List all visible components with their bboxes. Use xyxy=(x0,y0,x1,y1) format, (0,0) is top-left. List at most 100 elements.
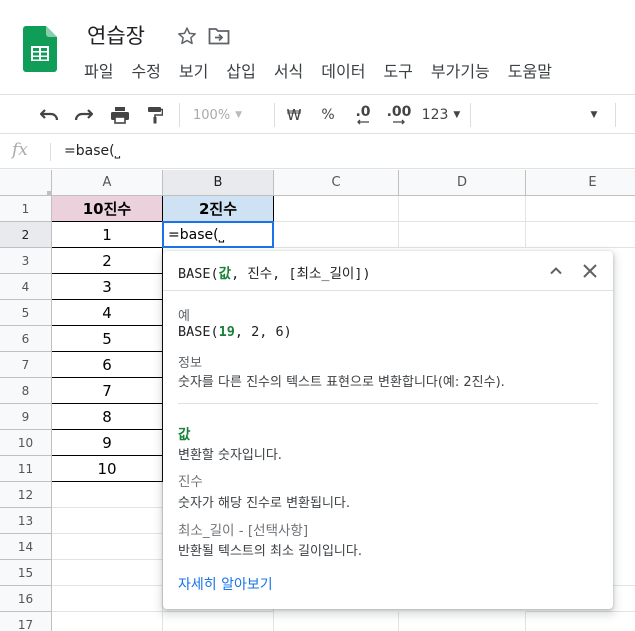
decrease-decimal-button[interactable]: .0 xyxy=(351,105,375,125)
row-header-8[interactable]: 8 xyxy=(0,378,52,404)
toolbar-separator xyxy=(615,103,616,127)
column-header-b[interactable]: B xyxy=(163,170,274,196)
cell-a6[interactable]: 5 xyxy=(52,326,163,352)
cell-c17[interactable] xyxy=(274,612,399,631)
menu-tools[interactable]: 도구 xyxy=(383,58,412,82)
row-header-2[interactable]: 2 xyxy=(0,222,52,248)
cell-a3[interactable]: 2 xyxy=(52,248,163,274)
chevron-down-icon: ▼ xyxy=(453,110,461,120)
cell-d1[interactable] xyxy=(399,196,526,222)
row-header-5[interactable]: 5 xyxy=(0,300,52,326)
zoom-select[interactable]: 100% ▼ xyxy=(193,105,263,125)
cell-a10[interactable]: 9 xyxy=(52,430,163,456)
menu-help[interactable]: 도움말 xyxy=(508,58,552,82)
menu-bar: 파일 수정 보기 삽입 서식 데이터 도구 부가기능 도움말 xyxy=(84,58,570,82)
cell-a9[interactable]: 8 xyxy=(52,404,163,430)
signature-function: BASE( xyxy=(178,266,219,282)
row-header-3[interactable]: 3 xyxy=(0,248,52,274)
font-select-dropdown[interactable]: ▼ xyxy=(586,105,602,125)
cell-b17[interactable] xyxy=(163,612,274,631)
example-formula: BASE(19, 2, 6) xyxy=(178,324,292,340)
collapse-icon[interactable] xyxy=(548,263,564,279)
cell-a15[interactable] xyxy=(52,560,163,586)
learn-more-link[interactable]: 자세히 알아보기 xyxy=(178,574,273,594)
column-header-a[interactable]: A xyxy=(52,170,163,196)
cell-a14[interactable] xyxy=(52,534,163,560)
menu-addons[interactable]: 부가기능 xyxy=(431,58,490,82)
formula-help-popup: BASE(값, 진수, [최소_길이]) 예 BASE(19, 2, 6) 정보… xyxy=(163,251,613,609)
cell-a8[interactable]: 7 xyxy=(52,378,163,404)
column-header-e[interactable]: E xyxy=(526,170,635,196)
example-label: 예 xyxy=(178,309,190,324)
formula-bar: fx =base(⎵ xyxy=(0,135,635,169)
redo-icon[interactable] xyxy=(73,105,95,125)
column-header-c[interactable]: C xyxy=(274,170,399,196)
menu-data[interactable]: 데이터 xyxy=(321,58,365,82)
sheets-logo-icon[interactable] xyxy=(23,26,57,72)
cell-a16[interactable] xyxy=(52,586,163,612)
increase-decimal-label: .00 xyxy=(386,104,412,120)
row-header-6[interactable]: 6 xyxy=(0,326,52,352)
cell-c1[interactable] xyxy=(274,196,399,222)
row-header-4[interactable]: 4 xyxy=(0,274,52,300)
active-cell-b2[interactable]: =base(⎵ xyxy=(162,221,274,248)
cell-c2[interactable] xyxy=(274,222,399,248)
menu-view[interactable]: 보기 xyxy=(179,58,208,82)
cell-a12[interactable] xyxy=(52,482,163,508)
cell-e1[interactable] xyxy=(526,196,635,222)
menu-file[interactable]: 파일 xyxy=(84,58,113,82)
row-header-15[interactable]: 15 xyxy=(0,560,52,586)
arg-base-desc: 숫자가 해당 진수로 변환됩니다. xyxy=(178,496,351,511)
cell-d2[interactable] xyxy=(399,222,526,248)
arg-base-name: 진수 xyxy=(178,474,203,490)
percent-format-button[interactable]: % xyxy=(318,105,338,125)
currency-format-button[interactable]: ₩ xyxy=(284,105,304,125)
more-formats-select[interactable]: 123 ▼ xyxy=(420,105,462,125)
formula-input[interactable]: =base(⎵ xyxy=(64,143,120,159)
cell-b1[interactable]: 2진수 xyxy=(163,196,274,222)
toolbar-separator xyxy=(179,103,180,127)
row-header-13[interactable]: 13 xyxy=(0,508,52,534)
row-header-9[interactable]: 9 xyxy=(0,404,52,430)
example-function: BASE( xyxy=(178,324,219,340)
select-all-corner[interactable] xyxy=(0,170,52,196)
star-icon[interactable] xyxy=(177,26,197,46)
chevron-down-icon: ▼ xyxy=(590,110,598,120)
cell-a7[interactable]: 6 xyxy=(52,352,163,378)
row-header-10[interactable]: 10 xyxy=(0,430,52,456)
row-header-11[interactable]: 11 xyxy=(0,456,52,482)
cell-e17[interactable] xyxy=(526,612,635,631)
increase-decimal-button[interactable]: .00 xyxy=(385,105,413,125)
column-header-d[interactable]: D xyxy=(399,170,526,196)
menu-format[interactable]: 서식 xyxy=(274,58,303,82)
cell-a17[interactable] xyxy=(52,612,163,631)
cell-a11[interactable]: 10 xyxy=(52,456,163,482)
print-icon[interactable] xyxy=(108,105,132,125)
document-title[interactable]: 연습장 xyxy=(87,20,145,50)
help-divider xyxy=(178,403,598,404)
close-icon[interactable] xyxy=(581,262,599,280)
row-header-17[interactable]: 17 xyxy=(0,612,52,631)
row-header-16[interactable]: 16 xyxy=(0,586,52,612)
cell-a4[interactable]: 3 xyxy=(52,274,163,300)
row-header-1[interactable]: 1 xyxy=(0,196,52,222)
cell-e2[interactable] xyxy=(526,222,635,248)
toolbar: 100% ▼ ₩ % .0 .00 123 ▼ ▼ xyxy=(0,94,635,134)
cell-d17[interactable] xyxy=(399,612,526,631)
menu-insert[interactable]: 삽입 xyxy=(226,58,255,82)
paint-format-icon[interactable] xyxy=(144,105,166,125)
cell-a5[interactable]: 4 xyxy=(52,300,163,326)
undo-icon[interactable] xyxy=(38,105,60,125)
zoom-value: 100% xyxy=(193,107,231,123)
info-text: 숫자를 다른 진수의 텍스트 표현으로 변환합니다(예: 2진수). xyxy=(178,375,505,390)
help-header: BASE(값, 진수, [최소_길이]) xyxy=(163,251,613,291)
arg-value-desc: 변환할 숫자입니다. xyxy=(178,448,282,463)
row-header-7[interactable]: 7 xyxy=(0,352,52,378)
menu-edit[interactable]: 수정 xyxy=(131,58,160,82)
cell-a2[interactable]: 1 xyxy=(52,222,163,248)
row-header-12[interactable]: 12 xyxy=(0,482,52,508)
cell-a13[interactable] xyxy=(52,508,163,534)
row-header-14[interactable]: 14 xyxy=(0,534,52,560)
move-to-folder-icon[interactable] xyxy=(208,27,230,45)
cell-a1[interactable]: 10진수 xyxy=(52,196,163,222)
